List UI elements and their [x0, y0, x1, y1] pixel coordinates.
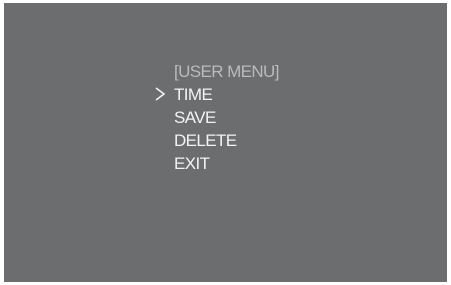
menu-item-time[interactable]: TIME	[174, 83, 213, 106]
chevron-right-icon	[155, 87, 166, 101]
menu-title: [USER MENU]	[174, 62, 279, 81]
menu-item-delete[interactable]: DELETE	[174, 129, 237, 152]
osd-screen: [USER MENU] TIME SAVE DELETE EXIT	[4, 3, 447, 282]
menu-item-exit[interactable]: EXIT	[174, 152, 210, 175]
menu-item-save[interactable]: SAVE	[174, 106, 216, 129]
